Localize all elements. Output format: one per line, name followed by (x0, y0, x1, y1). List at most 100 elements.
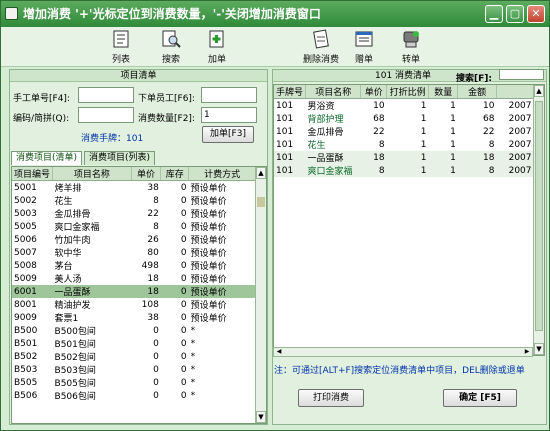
table-row[interactable]: B503 B503包间 0 0 * (12, 363, 256, 377)
table-cell: 1 (420, 113, 427, 124)
table-row[interactable]: 101 花生 8 1 1 8 2007 (274, 138, 534, 152)
table-cell: 0 (180, 299, 187, 310)
scroll-thumb[interactable] (257, 197, 265, 207)
table-cell: 1 (450, 126, 456, 137)
scroll-right-arrow[interactable]: ▶ (522, 348, 532, 356)
table-row[interactable]: 5002 花生 8 0 预设单价 (12, 194, 256, 208)
qty-input[interactable]: 1 (201, 107, 257, 123)
table-cell: 0 (180, 182, 187, 193)
table-cell: 5006 (14, 234, 37, 245)
table-row[interactable]: 6001 一品蛋酥 18 0 预设单价 (12, 285, 256, 298)
table-cell: 0 (153, 390, 159, 401)
table-row[interactable]: 8001 精油护发 108 0 预设单价 (12, 298, 256, 312)
table-cell: 美人汤 (54, 275, 82, 285)
tab-item-grid[interactable]: 消费项目(列表) (84, 151, 156, 165)
add-order-button[interactable]: 加单[F3] (202, 126, 254, 143)
table-cell: 10 (373, 100, 385, 111)
transfer-tool-button[interactable]: 转单 (391, 28, 431, 65)
table-row[interactable]: 5009 美人汤 18 0 预设单价 (12, 272, 256, 286)
restore-button[interactable]: ▢ (506, 5, 524, 23)
table-cell: B503包间 (54, 366, 96, 376)
scroll-thumb[interactable] (535, 101, 543, 331)
delete-tool-button[interactable]: 删除消费 (297, 28, 345, 65)
table-cell: 2007 (496, 151, 534, 164)
column-header: 项目名称 (305, 85, 362, 99)
table-row[interactable]: 5007 软中华 80 0 预设单价 (12, 246, 256, 260)
table-row[interactable]: 5008 茅台 498 0 预设单价 (12, 259, 256, 273)
table-row[interactable]: B502 B502包间 0 0 * (12, 350, 256, 364)
table-row[interactable]: B505 B505包间 0 0 * (12, 376, 256, 390)
code-label: 编码/简拼(Q): (13, 114, 70, 124)
scroll-down-arrow[interactable]: ▼ (534, 343, 544, 355)
column-header: 数量 (428, 85, 459, 99)
table-row[interactable]: 101 一品蛋酥 18 1 1 18 2007 (274, 151, 534, 164)
table-row[interactable]: B500 B500包间 0 0 * (12, 324, 256, 338)
help-note: 注：可通过[ALT+F]搜索定位消费清单中项目，DEL删除或退单 (274, 366, 525, 376)
table-cell: 1 (386, 164, 429, 177)
add-tool-button[interactable]: 加单 (197, 28, 237, 65)
table-cell: 0 (180, 221, 187, 232)
table-row[interactable]: 101 爽口金家福 8 1 1 8 2007 (274, 164, 534, 177)
scroll-down-arrow[interactable]: ▼ (256, 411, 266, 423)
close-button[interactable]: ✕ (527, 5, 545, 23)
gift-tool-button[interactable]: 赠单 (344, 28, 384, 65)
tab-item-list[interactable]: 消费项目(清单) (11, 151, 83, 165)
table-cell: 0 (180, 325, 187, 336)
table-cell: 8001 (14, 299, 37, 310)
scroll-up-arrow[interactable]: ▲ (534, 85, 544, 97)
table-cell: 背部护理 (307, 115, 344, 125)
scroll-up-arrow[interactable]: ▲ (256, 167, 266, 179)
table-cell: 2007 (496, 164, 534, 177)
table-cell: B503 (14, 364, 38, 375)
table-row[interactable]: 101 背部护理 68 1 1 68 2007 (274, 112, 534, 126)
search-tool-button[interactable]: 搜索 (151, 28, 191, 65)
table-cell: B500包间 (54, 327, 96, 337)
table-cell: 68 (482, 113, 495, 124)
staff-input[interactable] (201, 87, 257, 103)
table-row[interactable]: 5005 爽口金家福 8 0 预设单价 (12, 220, 256, 234)
horizontal-scrollbar[interactable]: ◀ ▶ (273, 347, 533, 357)
table-cell: 1 (450, 113, 456, 124)
consumption-scrollbar[interactable]: ▲ ▼ (533, 85, 544, 355)
table-row[interactable]: 5001 烤羊排 38 0 预设单价 (12, 181, 256, 195)
table-row[interactable]: 101 金瓜排骨 22 1 1 22 2007 (274, 125, 534, 139)
table-cell: 预设单价 (190, 275, 227, 285)
table-cell: 1 (420, 126, 427, 137)
table-row[interactable]: B506 B506包间 0 0 * (12, 389, 256, 403)
table-cell: 一品蛋酥 (305, 151, 361, 164)
list-tool-button[interactable]: 列表 (101, 28, 141, 65)
window-title: 增加消费 '+'光标定位到消费数量，'-'关闭增加消费窗口 (23, 7, 321, 21)
ticket-no-label: 手工单号[F4]: (13, 94, 70, 104)
table-cell: 预设单价 (190, 184, 227, 194)
toolbar: 列表 搜索 加单 删除消费 赠单 转单 (1, 27, 549, 67)
add-tool-label: 加单 (207, 55, 226, 65)
table-cell: 花生 (307, 141, 326, 151)
title-bar[interactable]: 增加消费 '+'光标定位到消费数量，'-'关闭增加消费窗口 ▁ ▢ ✕ (1, 1, 549, 27)
table-cell: 0 (180, 208, 187, 219)
table-row[interactable]: 5003 金瓜排骨 22 0 预设单价 (12, 207, 256, 221)
table-cell: 2007 (508, 100, 532, 111)
table-cell: 9009 (14, 312, 37, 323)
print-button[interactable]: 打印消费 (298, 389, 364, 407)
table-row[interactable]: 9009 套票1 38 0 预设单价 (12, 311, 256, 325)
consumption-search-input[interactable] (499, 69, 544, 80)
table-cell: 预设单价 (190, 197, 227, 207)
table-cell: B502 (14, 351, 38, 362)
column-header: 单价 (360, 85, 388, 99)
minimize-button[interactable]: ▁ (485, 5, 503, 23)
add-doc-icon (209, 30, 224, 48)
table-cell: 8 (153, 221, 159, 232)
table-cell: 预设单价 (188, 285, 256, 298)
table-row[interactable]: 101 男浴资 10 1 1 10 2007 (274, 99, 534, 113)
item-table-scrollbar[interactable]: ▲ ▼ (255, 167, 266, 423)
table-cell: 预设单价 (190, 301, 227, 311)
table-row[interactable]: 5006 竹加牛肉 26 0 预设单价 (12, 233, 256, 247)
column-header: 库存 (160, 167, 190, 181)
ticket-no-input[interactable] (78, 87, 134, 103)
code-input[interactable] (78, 107, 134, 123)
table-cell: 5001 (14, 182, 37, 193)
table-row[interactable]: B501 B501包间 0 0 * (12, 337, 256, 351)
table-cell: 22 (482, 126, 495, 137)
scroll-left-arrow[interactable]: ◀ (274, 348, 284, 356)
confirm-button[interactable]: 确定 [F5] (443, 389, 517, 407)
